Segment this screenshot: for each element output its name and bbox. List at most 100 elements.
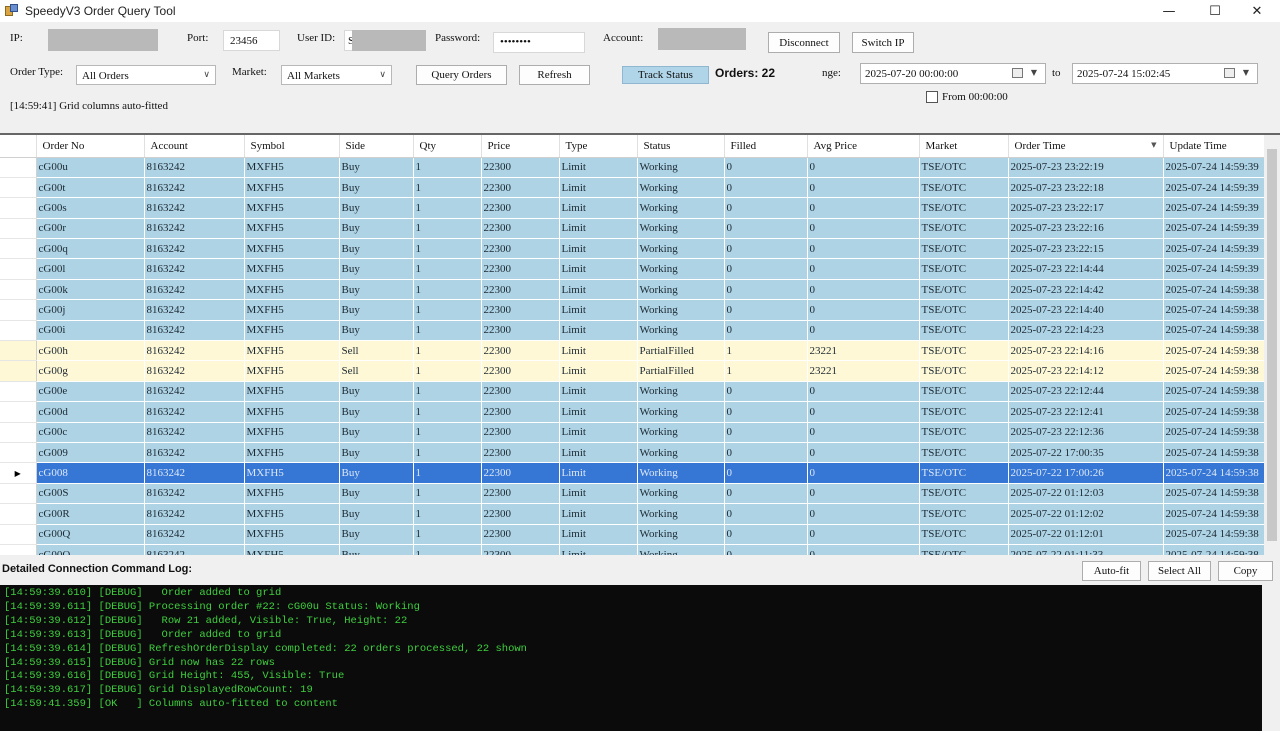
autofit-button[interactable]: Auto-fit <box>1082 561 1141 581</box>
cell-symbol[interactable]: MXFH5 <box>244 360 340 382</box>
calendar-icon[interactable] <box>1224 68 1235 78</box>
cell-side[interactable]: Buy <box>339 177 414 199</box>
cell-qty[interactable]: 1 <box>413 299 482 321</box>
cell-side[interactable]: Buy <box>339 320 414 342</box>
cell-side[interactable]: Buy <box>339 258 414 280</box>
from-datetime-picker[interactable]: 2025-07-20 00:00:00 ▼ <box>860 63 1046 84</box>
cell-order-no[interactable]: cG00r <box>36 218 145 240</box>
cell-filled[interactable]: 0 <box>724 401 808 423</box>
cell-account[interactable]: 8163242 <box>144 320 245 342</box>
cell-status[interactable]: PartialFilled <box>637 340 725 362</box>
cell-symbol[interactable]: MXFH5 <box>244 544 340 555</box>
row-header[interactable] <box>0 360 37 382</box>
cell-order-no[interactable]: cG00e <box>36 381 145 403</box>
cell-avg-price[interactable]: 0 <box>807 462 920 484</box>
cell-update-time[interactable]: 2025-07-24 14:59:38 <box>1163 544 1264 555</box>
cell-update-time[interactable]: 2025-07-24 14:59:39 <box>1163 197 1264 219</box>
cell-side[interactable]: Buy <box>339 238 414 260</box>
copy-button[interactable]: Copy <box>1218 561 1273 581</box>
table-row[interactable]: cG00R 8163242 MXFH5 Buy 1 22300 Limit Working 0 0… <box>0 503 1264 525</box>
cell-type[interactable]: Limit <box>559 157 638 178</box>
cell-market[interactable]: TSE/OTC <box>919 462 1009 484</box>
cell-update-time[interactable]: 2025-07-24 14:59:38 <box>1163 360 1264 382</box>
cell-type[interactable]: Limit <box>559 320 638 342</box>
cell-qty[interactable]: 1 <box>413 320 482 342</box>
cell-status[interactable]: PartialFilled <box>637 360 725 382</box>
password-input[interactable]: •••••••• <box>493 32 585 53</box>
cell-qty[interactable]: 1 <box>413 483 482 505</box>
cell-account[interactable]: 8163242 <box>144 401 245 423</box>
cell-market[interactable]: TSE/OTC <box>919 422 1009 443</box>
cell-avg-price[interactable]: 0 <box>807 238 920 260</box>
column-header-order-no[interactable]: Order No <box>36 135 145 158</box>
cell-side[interactable]: Sell <box>339 360 414 382</box>
cell-side[interactable]: Buy <box>339 299 414 321</box>
cell-market[interactable]: TSE/OTC <box>919 524 1009 545</box>
cell-order-time[interactable]: 2025-07-23 23:22:19 <box>1008 157 1164 178</box>
cell-update-time[interactable]: 2025-07-24 14:59:39 <box>1163 177 1264 199</box>
cell-account[interactable]: 8163242 <box>144 422 245 443</box>
cell-price[interactable]: 22300 <box>481 299 560 321</box>
row-header[interactable] <box>0 157 37 178</box>
cell-status[interactable]: Working <box>637 218 725 240</box>
cell-order-time[interactable]: 2025-07-22 17:00:35 <box>1008 442 1164 464</box>
cell-update-time[interactable]: 2025-07-24 14:59:38 <box>1163 483 1264 505</box>
row-header[interactable] <box>0 524 37 545</box>
cell-qty[interactable]: 1 <box>413 218 482 240</box>
cell-qty[interactable]: 1 <box>413 340 482 362</box>
cell-filled[interactable]: 0 <box>724 503 808 525</box>
cell-type[interactable]: Limit <box>559 462 638 484</box>
cell-type[interactable]: Limit <box>559 524 638 545</box>
cell-type[interactable]: Limit <box>559 422 638 443</box>
cell-update-time[interactable]: 2025-07-24 14:59:38 <box>1163 503 1264 525</box>
cell-order-no[interactable]: cG00s <box>36 197 145 219</box>
query-orders-button[interactable]: Query Orders <box>416 65 507 85</box>
cell-order-no[interactable]: cG00S <box>36 483 145 505</box>
cell-symbol[interactable]: MXFH5 <box>244 238 340 260</box>
cell-market[interactable]: TSE/OTC <box>919 340 1009 362</box>
cell-qty[interactable]: 1 <box>413 258 482 280</box>
cell-account[interactable]: 8163242 <box>144 340 245 362</box>
cell-account[interactable]: 8163242 <box>144 524 245 545</box>
cell-account[interactable]: 8163242 <box>144 360 245 382</box>
table-row[interactable]: cG00O 8163242 MXFH5 Buy 1 22300 Limit Working 0 0… <box>0 544 1264 555</box>
cell-type[interactable]: Limit <box>559 238 638 260</box>
cell-market[interactable]: TSE/OTC <box>919 177 1009 199</box>
row-header[interactable] <box>0 238 37 260</box>
cell-market[interactable]: TSE/OTC <box>919 360 1009 382</box>
cell-update-time[interactable]: 2025-07-24 14:59:39 <box>1163 258 1264 280</box>
account-input[interactable] <box>658 28 746 50</box>
cell-order-no[interactable]: cG00R <box>36 503 145 525</box>
cell-qty[interactable]: 1 <box>413 462 482 484</box>
cell-order-time[interactable]: 2025-07-23 22:14:44 <box>1008 258 1164 280</box>
cell-account[interactable]: 8163242 <box>144 381 245 403</box>
cell-type[interactable]: Limit <box>559 401 638 423</box>
column-header-qty[interactable]: Qty <box>413 135 482 158</box>
row-header[interactable] <box>0 401 37 423</box>
cell-qty[interactable]: 1 <box>413 524 482 545</box>
calendar-icon[interactable] <box>1012 68 1023 78</box>
cell-order-no[interactable]: cG00k <box>36 279 145 301</box>
cell-status[interactable]: Working <box>637 483 725 505</box>
cell-avg-price[interactable]: 23221 <box>807 340 920 362</box>
cell-status[interactable]: Working <box>637 177 725 199</box>
cell-symbol[interactable]: MXFH5 <box>244 462 340 484</box>
cell-account[interactable]: 8163242 <box>144 462 245 484</box>
cell-market[interactable]: TSE/OTC <box>919 401 1009 423</box>
cell-order-no[interactable]: cG00j <box>36 299 145 321</box>
cell-symbol[interactable]: MXFH5 <box>244 442 340 464</box>
cell-price[interactable]: 22300 <box>481 177 560 199</box>
cell-order-time[interactable]: 2025-07-23 22:14:16 <box>1008 340 1164 362</box>
cell-qty[interactable]: 1 <box>413 503 482 525</box>
cell-order-time[interactable]: 2025-07-22 01:11:33 <box>1008 544 1164 555</box>
cell-avg-price[interactable]: 0 <box>807 544 920 555</box>
column-header-order-time[interactable]: Order Time ▼ <box>1008 135 1164 158</box>
cell-qty[interactable]: 1 <box>413 422 482 443</box>
table-row[interactable]: ▶ cG008 8163242 MXFH5 Buy 1 22300 Limit Working 0… <box>0 462 1264 484</box>
cell-status[interactable]: Working <box>637 544 725 555</box>
cell-side[interactable]: Buy <box>339 483 414 505</box>
cell-market[interactable]: TSE/OTC <box>919 258 1009 280</box>
cell-price[interactable]: 22300 <box>481 544 560 555</box>
cell-filled[interactable]: 0 <box>724 442 808 464</box>
cell-side[interactable]: Buy <box>339 197 414 219</box>
